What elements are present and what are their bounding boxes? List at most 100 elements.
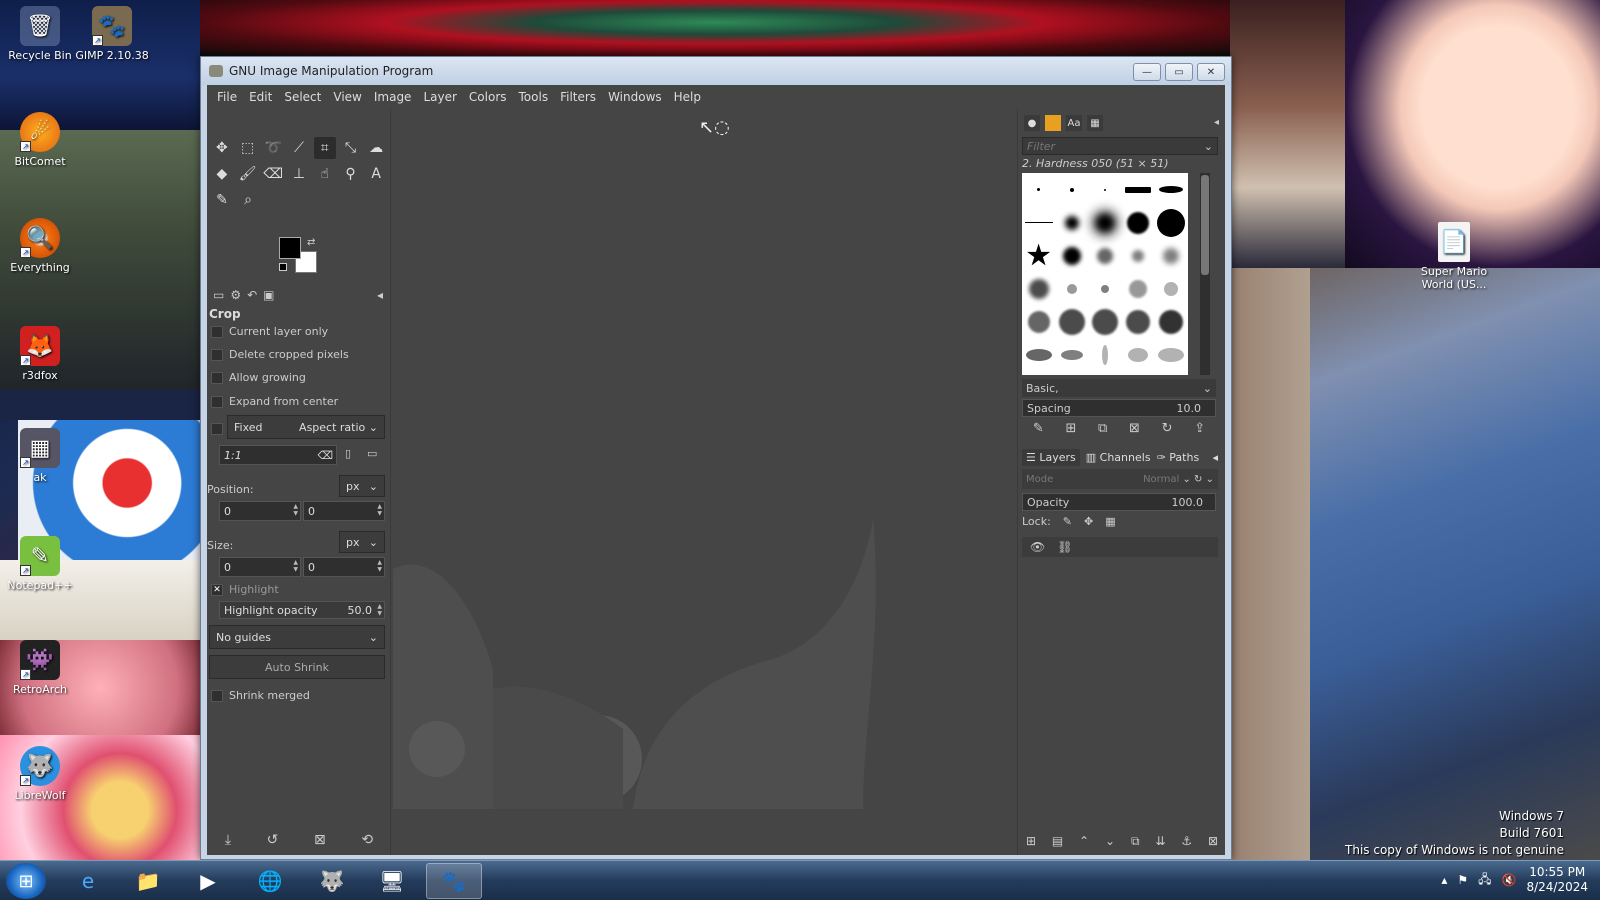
brush-item[interactable] bbox=[1028, 278, 1049, 299]
image-canvas[interactable]: ↖◌ bbox=[393, 109, 1015, 855]
paths-tool-icon[interactable]: ⚲ bbox=[340, 163, 362, 185]
lower-layer-icon[interactable]: ⌄ bbox=[1105, 834, 1115, 848]
desktop-icon-notepadpp[interactable]: ✎ ↗ Notepad++ bbox=[0, 536, 80, 592]
delete-options-icon[interactable]: ⊠ bbox=[314, 832, 326, 848]
brush-item[interactable] bbox=[1037, 188, 1041, 191]
warp-tool-icon[interactable]: ☁ bbox=[365, 137, 387, 159]
zoom-tool-icon[interactable]: ⌕ bbox=[237, 189, 259, 211]
refresh-brushes-icon[interactable]: ↻ bbox=[1162, 421, 1173, 436]
brush-item[interactable] bbox=[1132, 249, 1145, 262]
menu-layer[interactable]: Layer bbox=[417, 90, 462, 104]
menu-filters[interactable]: Filters bbox=[554, 90, 602, 104]
desktop-icon-ak[interactable]: ▦ ↗ ak bbox=[0, 428, 80, 484]
brush-scrollbar[interactable] bbox=[1200, 173, 1210, 375]
tool-options-tab-icon[interactable]: ▭ bbox=[213, 288, 224, 302]
brush-item[interactable] bbox=[1066, 283, 1077, 294]
spin-arrows-icon[interactable]: ▲ ▼ bbox=[293, 559, 298, 573]
duplicate-layer-icon[interactable]: ⧉ bbox=[1131, 834, 1140, 849]
window-titlebar[interactable]: GNU Image Manipulation Program — ▭ ✕ bbox=[201, 57, 1231, 85]
configure-tab-icon[interactable]: ◂ bbox=[377, 288, 383, 302]
size-height-input[interactable]: 0 ▲ ▼ bbox=[303, 557, 385, 577]
desktop-icon-r3dfox[interactable]: 🦊 ↗ r3dfox bbox=[0, 326, 80, 382]
brush-item[interactable] bbox=[1096, 247, 1113, 264]
menu-view[interactable]: View bbox=[327, 90, 367, 104]
brush-item[interactable] bbox=[1027, 243, 1051, 266]
desktop-icon-bitcomet[interactable]: ☄ ↗ BitComet bbox=[0, 112, 80, 168]
spin-arrows-icon[interactable]: ▲ ▼ bbox=[293, 503, 298, 517]
lock-position-icon[interactable]: ✥ bbox=[1084, 515, 1093, 528]
spin-arrows-icon[interactable]: ▲ ▼ bbox=[377, 559, 382, 573]
desktop-icon-retroarch[interactable]: 👾 ↗ RetroArch bbox=[0, 640, 80, 696]
brush-item[interactable] bbox=[1058, 308, 1085, 335]
brush-spacing-slider[interactable]: Spacing 10.0 bbox=[1022, 399, 1216, 417]
guides-select[interactable]: No guides ⌄ bbox=[209, 625, 385, 649]
position-unit-select[interactable]: px ⌄ bbox=[339, 475, 385, 497]
clock[interactable]: 10:55 PM 8/24/2024 bbox=[1526, 865, 1588, 895]
scrollbar-thumb[interactable] bbox=[1201, 175, 1209, 275]
lock-alpha-icon[interactable]: ▦ bbox=[1105, 515, 1115, 528]
fonts-tab-icon[interactable]: Aa bbox=[1066, 115, 1082, 131]
menu-colors[interactable]: Colors bbox=[463, 90, 513, 104]
taskbar-explorer[interactable]: 📁 bbox=[120, 863, 176, 899]
auto-shrink-button[interactable]: Auto Shrink bbox=[209, 655, 385, 679]
taskbar-control-panel[interactable]: 🖥 bbox=[364, 863, 420, 899]
foreground-color[interactable] bbox=[279, 237, 301, 259]
volume-muted-icon[interactable]: 🔇 bbox=[1502, 873, 1517, 887]
brush-tag-select[interactable]: Basic, ⌄ bbox=[1022, 379, 1216, 397]
delete-brush-icon[interactable]: ⊠ bbox=[1129, 421, 1140, 436]
desktop-icon-gimp[interactable]: 🐾 ↗ GIMP 2.10.38 bbox=[72, 6, 152, 62]
new-layer-icon[interactable]: ⊞ bbox=[1026, 834, 1036, 848]
document-history-tab-icon[interactable]: ▦ bbox=[1087, 115, 1103, 131]
size-width-input[interactable]: 0 ▲ ▼ bbox=[219, 557, 301, 577]
tab-paths[interactable]: ✑ Paths bbox=[1157, 451, 1200, 464]
brush-item[interactable] bbox=[1126, 309, 1151, 334]
brush-item-selected[interactable] bbox=[1088, 206, 1121, 239]
brush-grid[interactable] bbox=[1022, 173, 1188, 375]
start-button[interactable]: ⊞ bbox=[6, 863, 46, 899]
minimize-button[interactable]: — bbox=[1133, 63, 1161, 81]
brush-item[interactable] bbox=[1069, 187, 1074, 192]
position-x-input[interactable]: 0 ▲ ▼ bbox=[219, 501, 301, 521]
action-center-flag-icon[interactable]: ⚑ bbox=[1457, 873, 1468, 887]
edit-brush-icon[interactable]: ✎ bbox=[1033, 421, 1044, 436]
menu-tools[interactable]: Tools bbox=[513, 90, 555, 104]
delete-cropped-pixels-checkbox[interactable]: Delete cropped pixels bbox=[211, 348, 349, 361]
lock-pixels-icon[interactable]: ✎ bbox=[1063, 515, 1072, 528]
allow-growing-checkbox[interactable]: Allow growing bbox=[211, 371, 306, 384]
delete-layer-icon[interactable]: ⊠ bbox=[1208, 834, 1218, 848]
taskbar-browser[interactable]: 🌐 bbox=[242, 863, 298, 899]
brush-item[interactable] bbox=[1159, 309, 1184, 334]
text-tool-icon[interactable]: A bbox=[365, 163, 387, 185]
reset-colors-icon[interactable] bbox=[279, 263, 287, 271]
tab-channels[interactable]: ▥ Channels bbox=[1086, 451, 1151, 464]
eraser-tool-icon[interactable]: ⌫ bbox=[262, 163, 284, 185]
landscape-icon[interactable]: ▭ bbox=[367, 447, 377, 460]
merge-layer-icon[interactable]: ⇊ bbox=[1155, 834, 1165, 848]
configure-tab-icon[interactable]: ◂ bbox=[1214, 117, 1219, 128]
brush-item[interactable] bbox=[1091, 308, 1118, 335]
brush-item[interactable] bbox=[1103, 188, 1106, 191]
layer-opacity-slider[interactable]: Opacity 100.0 bbox=[1022, 493, 1216, 511]
brush-item[interactable] bbox=[1027, 310, 1050, 333]
raise-layer-icon[interactable]: ⌃ bbox=[1079, 834, 1089, 848]
desktop-icon-super-mario[interactable]: 📄 Super Mario World (US... bbox=[1414, 222, 1494, 291]
chain-icon[interactable]: ⛓ bbox=[1057, 540, 1072, 554]
brush-item[interactable] bbox=[1129, 279, 1148, 298]
visibility-eye-icon[interactable]: 👁 bbox=[1030, 540, 1045, 554]
move-tool-icon[interactable]: ✥ bbox=[211, 137, 233, 159]
brush-item[interactable] bbox=[1025, 348, 1052, 361]
portrait-icon[interactable]: ▯ bbox=[345, 447, 351, 460]
color-picker-tool-icon[interactable]: ✎ bbox=[211, 189, 233, 211]
tab-layers[interactable]: ☰ Layers bbox=[1022, 448, 1080, 466]
desktop-icon-everything[interactable]: 🔍 ↗ Everything bbox=[0, 218, 80, 274]
brush-item[interactable] bbox=[1158, 347, 1185, 362]
taskbar-librewolf[interactable]: 🐺 bbox=[304, 863, 360, 899]
spin-arrows-icon[interactable]: ▲ ▼ bbox=[377, 503, 382, 517]
duplicate-brush-icon[interactable]: ⧉ bbox=[1098, 421, 1107, 436]
patterns-tab-icon[interactable] bbox=[1045, 115, 1061, 131]
images-tab-icon[interactable]: ▣ bbox=[263, 288, 274, 302]
show-hidden-icons-icon[interactable]: ▴ bbox=[1441, 873, 1447, 887]
device-status-tab-icon[interactable]: ⚙ bbox=[230, 288, 241, 302]
spin-arrows-icon[interactable]: ▲ ▼ bbox=[377, 603, 382, 617]
brush-item[interactable] bbox=[1024, 222, 1053, 223]
